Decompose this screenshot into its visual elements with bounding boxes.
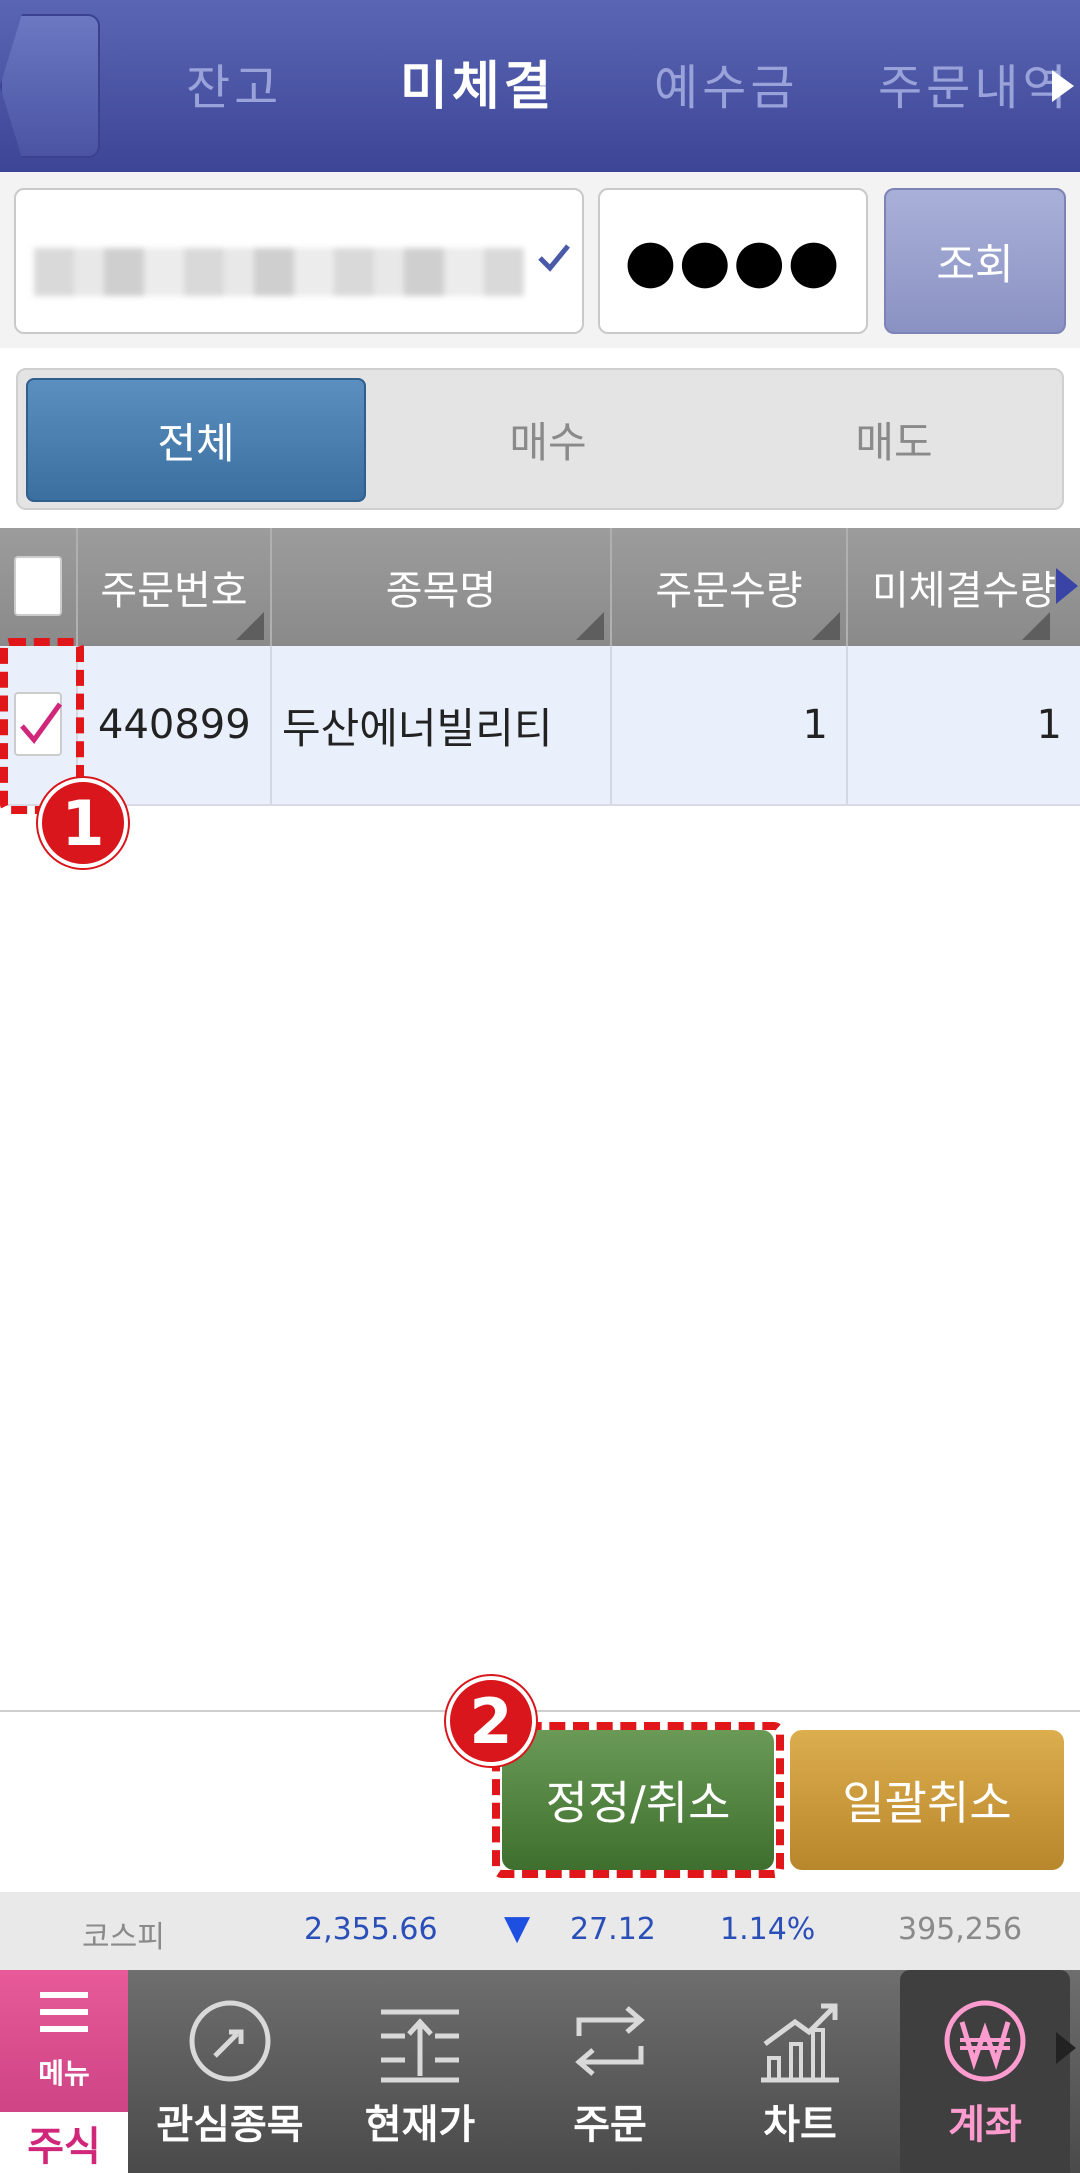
filter-sell[interactable]: 매도 bbox=[724, 370, 1064, 508]
bottom-nav: 메뉴 주식 관심종목 현재가 주문 차트 계좌 bbox=[0, 1970, 1080, 2173]
watchlist-icon bbox=[189, 2000, 271, 2082]
ticker-percent: 1.14% bbox=[720, 1912, 816, 1947]
current-price-icon bbox=[381, 2009, 459, 2083]
redacted-account-number bbox=[34, 248, 524, 296]
nav-order[interactable]: 주문 bbox=[520, 1970, 700, 2173]
tab-unfilled[interactable]: 미체결 bbox=[400, 44, 556, 119]
menu-label: 메뉴 bbox=[38, 2057, 90, 2090]
password-field[interactable]: ●●●● bbox=[598, 188, 868, 334]
header-unfilled-qty[interactable]: 미체결수량 bbox=[848, 528, 1080, 646]
nav-account[interactable]: 계좌 bbox=[900, 1970, 1070, 2173]
account-row: ●●●● 조회 bbox=[0, 172, 1080, 348]
table-header: 주문번호 종목명 주문수량 미체결수량 bbox=[0, 528, 1080, 646]
cell-order-qty: 1 bbox=[612, 646, 848, 804]
order-type-filter: 전체 매수 매도 bbox=[16, 368, 1064, 510]
dropdown-check-icon bbox=[538, 244, 570, 272]
action-divider bbox=[0, 1710, 1080, 1712]
nav-current-price[interactable]: 현재가 bbox=[330, 1970, 510, 2173]
cancel-all-button[interactable]: 일괄취소 bbox=[790, 1730, 1064, 1870]
back-button[interactable] bbox=[0, 14, 100, 158]
ticker-change: 27.12 bbox=[570, 1912, 656, 1947]
section-stock-label: 주식 bbox=[0, 2112, 128, 2173]
won-currency-icon bbox=[944, 2000, 1026, 2082]
chart-icon bbox=[761, 2003, 839, 2083]
top-tab-bar: 잔고 미체결 예수금 주문내역 bbox=[0, 0, 1080, 172]
tab-deposit[interactable]: 예수금 bbox=[654, 48, 798, 118]
annotation-step-1-badge: 1 bbox=[38, 778, 128, 868]
ticker-index-name: 코스피 bbox=[82, 1920, 165, 1955]
nav-watchlist[interactable]: 관심종목 bbox=[140, 1970, 320, 2173]
nav-scroll-right-icon[interactable] bbox=[1056, 2032, 1076, 2064]
header-order-number[interactable]: 주문번호 bbox=[78, 528, 272, 646]
header-stock-name[interactable]: 종목명 bbox=[272, 528, 612, 646]
annotation-step-2-badge: 2 bbox=[446, 1676, 536, 1766]
nav-chart[interactable]: 차트 bbox=[710, 1970, 890, 2173]
account-select[interactable] bbox=[14, 188, 584, 334]
index-ticker[interactable]: 코스피 2,355.66 ▼ 27.12 1.14% 395,256 bbox=[0, 1892, 1080, 1970]
filter-all[interactable]: 전체 bbox=[26, 378, 366, 502]
ticker-volume: 395,256 bbox=[898, 1912, 1023, 1947]
ticker-down-arrow-icon: ▼ bbox=[504, 1908, 531, 1948]
cell-order-number: 440899 bbox=[78, 646, 272, 804]
select-all-checkbox[interactable] bbox=[14, 556, 62, 616]
cell-stock-name: 두산에너빌리티 bbox=[272, 646, 612, 804]
cell-unfilled-qty: 1 bbox=[1036, 702, 1062, 748]
order-exchange-icon bbox=[575, 2006, 645, 2076]
table-scroll-right-icon[interactable] bbox=[1056, 568, 1078, 604]
menu-button[interactable]: 메뉴 주식 bbox=[0, 1970, 128, 2173]
hamburger-icon bbox=[40, 1992, 88, 2032]
annotation-highlight-edit-button bbox=[492, 1722, 784, 1878]
table-row[interactable]: 440899 두산에너빌리티 1 1 bbox=[0, 646, 1080, 806]
tab-order-history[interactable]: 주문내역 bbox=[878, 48, 1071, 118]
query-button[interactable]: 조회 bbox=[884, 188, 1066, 334]
header-order-qty[interactable]: 주문수량 bbox=[612, 528, 848, 646]
tab-balance[interactable]: 잔고 bbox=[186, 48, 282, 118]
header-select-all-cell bbox=[0, 528, 78, 646]
tab-scroll-right-icon[interactable] bbox=[1052, 70, 1074, 102]
ticker-value: 2,355.66 bbox=[304, 1912, 438, 1947]
filter-buy[interactable]: 매수 bbox=[378, 370, 718, 508]
